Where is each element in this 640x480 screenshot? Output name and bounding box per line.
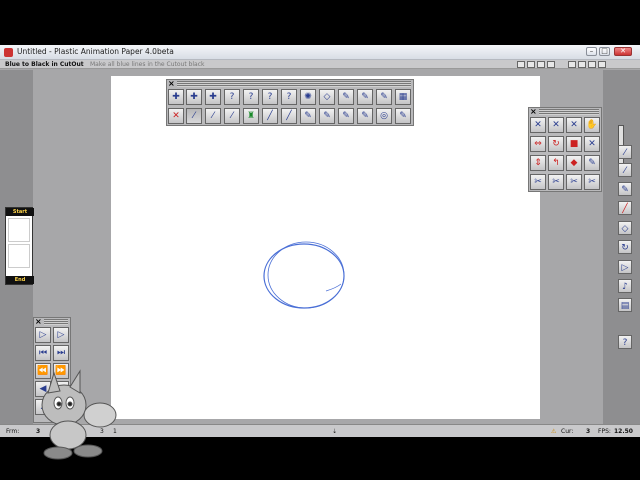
blue-to-black-icon[interactable]: ⁄ — [186, 108, 202, 124]
play-loop-icon[interactable]: ↻ — [618, 240, 632, 254]
tool-description: Make all blue lines in the Cutout black — [90, 61, 205, 68]
paint-two-icon[interactable]: ✎ — [357, 89, 373, 105]
diagonal-line-icon-2[interactable]: ╱ — [281, 108, 297, 124]
paint-three-icon[interactable]: ✎ — [376, 89, 392, 105]
light-pencil-icon[interactable]: ✎ — [300, 108, 316, 124]
play-to-end-icon[interactable]: ▷ — [53, 327, 69, 343]
tool-palette-right[interactable]: × ✕ ✕ ✕ ✋ ⇔ ↻ ■ ✕ ⇕ ↰ ◆ ✎ ✂ ✂ ✂ ✂ — [528, 107, 602, 192]
x-cross-icon-2[interactable]: ✕ — [548, 117, 564, 133]
flipbook-frame[interactable] — [8, 244, 30, 268]
drawing-canvas[interactable] — [111, 76, 540, 419]
palette-grip[interactable] — [177, 81, 411, 87]
onion-icon[interactable]: ⁄ — [618, 163, 632, 177]
diagonal-line-icon[interactable]: ╱ — [262, 108, 278, 124]
layout-icon-2[interactable] — [527, 61, 535, 68]
view-icon-2[interactable] — [588, 61, 596, 68]
step-forward-icon[interactable]: ⏭ — [53, 345, 69, 361]
app-icon — [4, 48, 13, 57]
close-button[interactable]: ✕ — [614, 47, 632, 56]
paste-icon[interactable]: ✎ — [584, 155, 600, 171]
question-zero-icon[interactable]: ? — [224, 89, 240, 105]
spinner-icon[interactable]: ✺ — [300, 89, 316, 105]
frame-marker-icon: ⇣ — [332, 428, 338, 435]
warning-icon: ⚠ — [551, 428, 557, 435]
x-cross-icon-1[interactable]: ✕ — [530, 117, 546, 133]
film-strip-icon[interactable]: ▦ — [395, 89, 411, 105]
key-icon[interactable] — [568, 61, 576, 68]
hint-bar: Blue to Black in CutOut Make all blue li… — [0, 60, 640, 69]
move-horizontal-icon[interactable]: ⇔ — [530, 136, 546, 152]
pencil-plus-three-icon[interactable]: ✎ — [357, 108, 373, 124]
skew-icon[interactable]: ↰ — [548, 155, 564, 171]
step-back-icon[interactable]: ⏮ — [35, 345, 51, 361]
pencil-plus-two-icon[interactable]: ✎ — [338, 108, 354, 124]
cut-icon-4[interactable]: ✂ — [584, 174, 600, 190]
pencil-plus-zero-icon[interactable]: ✚ — [205, 89, 221, 105]
move-vertical-icon[interactable]: ⇕ — [530, 155, 546, 171]
rotate-icon[interactable]: ↻ — [548, 136, 564, 152]
pencil-plus-one-icon[interactable]: ✎ — [319, 108, 335, 124]
bandage-icon[interactable]: ◇ — [618, 221, 632, 235]
palette-close-icon[interactable]: × — [168, 80, 175, 88]
pencil-plus-icon[interactable]: ✚ — [168, 89, 184, 105]
play-loop-icon[interactable]: ▷ — [35, 327, 51, 343]
cut-pencil-icon[interactable]: ✕ — [168, 108, 184, 124]
light-table-icon[interactable]: ⁄ — [618, 145, 632, 159]
scale-2-icon[interactable]: ◆ — [566, 155, 582, 171]
help-icon[interactable]: ? — [618, 335, 632, 349]
swirl-icon[interactable]: ◎ — [376, 108, 392, 124]
fps-label: FPS: — [598, 428, 611, 435]
paint-one-icon[interactable]: ✎ — [338, 89, 354, 105]
cur-label: Cur: — [561, 428, 574, 435]
cut-icon-3[interactable]: ✂ — [566, 174, 582, 190]
copy-x-icon[interactable]: ✕ — [584, 136, 600, 152]
sound-icon[interactable]: ♪ — [618, 279, 632, 293]
drawn-circle — [263, 243, 345, 309]
title-bar[interactable]: Untitled - Plastic Animation Paper 4.0be… — [0, 45, 640, 60]
scale-icon[interactable]: ■ — [566, 136, 582, 152]
canvas-drawing — [263, 241, 345, 309]
play-step-icon[interactable]: ▷ — [618, 260, 632, 274]
cut-icon-2[interactable]: ✂ — [548, 174, 564, 190]
frame-label: Frm: — [6, 428, 20, 435]
maximize-button[interactable]: □ — [599, 47, 610, 56]
pencil-line-icon-2[interactable]: ⁄ — [224, 108, 240, 124]
active-tool-hint: Blue to Black in CutOut — [5, 61, 84, 68]
x-cross-icon-3[interactable]: ✕ — [566, 117, 582, 133]
question-three-icon[interactable]: ? — [281, 89, 297, 105]
hand-icon[interactable]: ✋ — [584, 117, 600, 133]
pencil-tool-icon[interactable]: ✎ — [395, 108, 411, 124]
start-tag[interactable]: Start — [6, 208, 34, 216]
view-icon-1[interactable] — [578, 61, 586, 68]
drawn-tail-stroke — [325, 283, 342, 292]
palette-grip-2[interactable] — [539, 109, 599, 115]
cur-value: 3 — [586, 428, 591, 435]
pencil-line-icon[interactable]: ⁄ — [205, 108, 221, 124]
eraser-icon[interactable]: ◇ — [319, 89, 335, 105]
minimize-button[interactable]: – — [586, 47, 597, 56]
save-icon[interactable]: ▤ — [618, 298, 632, 312]
flipbook-panel[interactable]: Start End — [5, 207, 34, 285]
palette-close-icon-3[interactable]: × — [35, 318, 42, 326]
mascot-logo — [41, 369, 117, 460]
red-line-icon[interactable]: ╱ — [618, 201, 632, 215]
tool-palette-top[interactable]: × ✚ ✚ ✚ ? ? ? ? ✺ ◇ ✎ ✎ ✎ ▦ ✕ ⁄ ⁄ ⁄ ♜ ╱ … — [166, 79, 414, 126]
flipbook-frame[interactable] — [8, 218, 30, 242]
question-two-icon[interactable]: ? — [262, 89, 278, 105]
palette-close-icon-2[interactable]: × — [530, 108, 537, 116]
bottle-icon[interactable]: ♜ — [243, 108, 259, 124]
cut-icon[interactable]: ✂ — [530, 174, 546, 190]
question-one-icon[interactable]: ? — [243, 89, 259, 105]
window-title: Untitled - Plastic Animation Paper 4.0be… — [17, 47, 174, 56]
drawn-circle-stroke-2 — [267, 241, 345, 309]
end-tag[interactable]: End — [6, 276, 34, 284]
pencil-plus-icon-2[interactable]: ✚ — [186, 89, 202, 105]
view-icon-3[interactable] — [598, 61, 606, 68]
palette-grip-3[interactable] — [44, 319, 68, 325]
layout-icon-3[interactable] — [537, 61, 545, 68]
layout-icon-4[interactable] — [547, 61, 555, 68]
pencil-icon[interactable]: ✎ — [618, 182, 632, 196]
fps-value: 12.50 — [614, 428, 633, 435]
layout-icon-1[interactable] — [517, 61, 525, 68]
